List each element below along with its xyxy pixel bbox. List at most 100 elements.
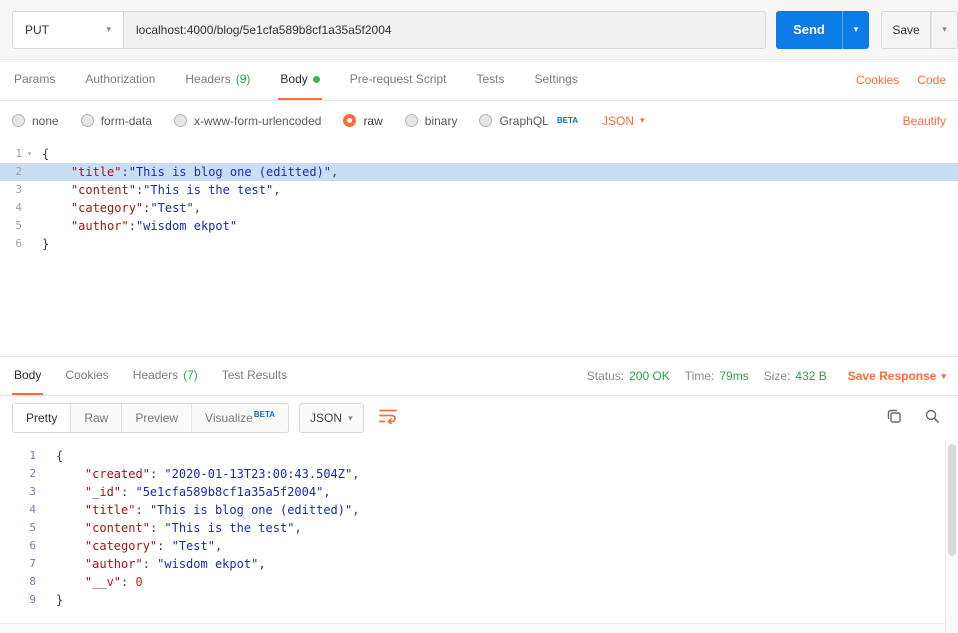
tab-body[interactable]: Body — [278, 60, 322, 100]
tab-response-headers[interactable]: Headers (7) — [131, 357, 200, 395]
body-type-binary[interactable]: binary — [404, 113, 458, 128]
view-preview[interactable]: Preview — [121, 404, 192, 432]
tab-headers[interactable]: Headers (9) — [183, 60, 252, 100]
code-line-4[interactable]: 4 "category":"Test", — [0, 199, 958, 217]
tab-response-body[interactable]: Body — [12, 357, 44, 395]
radio-label: x-www-form-urlencoded — [194, 113, 322, 128]
radio-label: GraphQL — [499, 113, 549, 128]
save-response-button[interactable]: Save Response ▾ — [848, 369, 946, 383]
line-number: 8 — [29, 575, 36, 588]
code-line-5[interactable]: 5 "author":"wisdom ekpot" — [0, 217, 958, 235]
line-number: 3 — [15, 183, 22, 196]
search-button[interactable] — [918, 404, 946, 432]
headers-count: (9) — [235, 72, 251, 86]
tab-params[interactable]: Params — [12, 60, 57, 100]
tab-response-cookies[interactable]: Cookies — [63, 357, 110, 395]
tab-label: Headers — [185, 72, 231, 86]
cookies-link[interactable]: Cookies — [856, 73, 899, 87]
method-label: PUT — [25, 22, 49, 37]
request-tabs-right: Cookies Code — [856, 60, 946, 100]
chevron-down-icon: ▾ — [106, 24, 111, 34]
code-line-1[interactable]: 1 ▾ { — [0, 145, 958, 163]
line-number: 1 — [29, 449, 36, 462]
view-visualize[interactable]: Visualize BETA — [191, 404, 289, 432]
code-line-9: 9} — [0, 591, 958, 609]
view-raw[interactable]: Raw — [70, 404, 122, 432]
body-language-select[interactable]: JSON ▾ — [602, 114, 645, 128]
request-body-editor[interactable]: 1 ▾ {2 "title":"This is blog one (editted)… — [0, 140, 958, 356]
code-line-7: 7 "author": "wisdom ekpot", — [0, 555, 958, 573]
body-type-form-data[interactable]: form-data — [80, 113, 153, 128]
tab-test-results[interactable]: Test Results — [220, 357, 289, 395]
tab-label: Tests — [476, 72, 505, 86]
chevron-down-icon: ▾ — [348, 412, 353, 423]
chevron-down-icon: ▾ — [853, 24, 859, 34]
code-line-6[interactable]: 6} — [0, 235, 958, 253]
horizontal-scrollbar[interactable] — [0, 623, 945, 633]
tab-authorization[interactable]: Authorization — [83, 60, 157, 100]
line-number: 6 — [29, 539, 36, 552]
radio-label: form-data — [100, 113, 153, 128]
tab-label: Body — [14, 368, 42, 382]
chevron-down-icon: ▾ — [942, 24, 947, 34]
code-line-2[interactable]: 2 "title":"This is blog one (editted)", — [0, 163, 958, 181]
language-label: JSON — [602, 113, 635, 128]
request-tabs-left: Params Authorization Headers (9) Body Pr… — [12, 60, 580, 100]
view-label: Pretty — [26, 411, 58, 425]
radio-label: raw — [363, 113, 383, 128]
view-label: Visualize — [205, 411, 253, 425]
response-tabs: Body Cookies Headers (7) Test Results St… — [0, 356, 958, 396]
response-language-select[interactable]: JSON ▾ — [299, 403, 364, 433]
body-type-graphql[interactable]: GraphQL BETA — [479, 114, 578, 128]
body-type-none[interactable]: none — [12, 114, 59, 128]
code-link[interactable]: Code — [917, 73, 946, 87]
tab-label: Test Results — [221, 368, 288, 382]
beautify-link[interactable]: Beautify — [903, 114, 946, 128]
tab-pre-request-script[interactable]: Pre-request Script — [348, 60, 449, 100]
code-line-5: 5 "content": "This is the test", — [0, 519, 958, 537]
response-body-viewer: 1 {2 "created": "2020-01-13T23:00:43.504Z… — [0, 440, 958, 633]
send-button[interactable]: Send — [776, 10, 842, 49]
vertical-scrollbar[interactable] — [945, 440, 958, 633]
tab-label: Settings — [534, 72, 578, 86]
copy-icon — [886, 408, 902, 429]
line-number: 4 — [15, 201, 22, 214]
body-type-x-www-form-urlencoded[interactable]: x-www-form-urlencoded — [174, 114, 321, 128]
method-select[interactable]: PUT ▾ — [12, 10, 124, 49]
code-text: } — [42, 237, 50, 251]
view-pretty[interactable]: Pretty — [13, 404, 71, 432]
body-type-raw[interactable]: raw — [343, 113, 383, 128]
beta-badge: BETA — [253, 410, 276, 419]
wrap-lines-button[interactable] — [374, 404, 402, 432]
code-line-2: 2 "created": "2020-01-13T23:00:43.504Z", — [0, 465, 958, 483]
url-group: PUT ▾ localhost:4000/blog/5e1cfa589b8cf1… — [12, 10, 766, 49]
tab-tests[interactable]: Tests — [474, 60, 506, 100]
send-split-button: Send ▾ — [776, 10, 869, 49]
save-options-button[interactable]: ▾ — [931, 10, 958, 49]
time-label: Time: — [684, 369, 715, 383]
radio-icon — [12, 114, 25, 127]
url-input[interactable]: localhost:4000/blog/5e1cfa589b8cf1a35a5f… — [124, 10, 766, 49]
code-text: "__v": 0 — [84, 575, 143, 589]
response-view-switcher: Pretty Raw Preview Visualize BETA — [12, 403, 290, 433]
code-text: "created": "2020-01-13T23:00:43.504Z", — [84, 467, 360, 481]
chevron-down-icon: ▾ — [941, 370, 946, 381]
line-number: 2 — [29, 467, 36, 480]
tab-label: Authorization — [85, 72, 156, 86]
copy-button[interactable] — [880, 404, 908, 432]
send-options-button[interactable]: ▾ — [842, 10, 869, 49]
language-label: JSON — [310, 411, 343, 425]
tab-settings[interactable]: Settings — [533, 60, 580, 100]
code-text: { — [56, 449, 64, 463]
save-button[interactable]: Save — [881, 10, 931, 49]
status-value: 200 OK — [629, 369, 670, 383]
size-value: 432 B — [795, 369, 827, 383]
radio-selected-icon — [343, 114, 357, 127]
line-number: 7 — [29, 557, 36, 570]
code-line-3[interactable]: 3 "content":"This is the test", — [0, 181, 958, 199]
radio-icon — [80, 114, 94, 127]
scrollbar-thumb[interactable] — [948, 444, 956, 556]
radio-label: binary — [424, 113, 458, 128]
fold-caret-icon[interactable]: ▾ — [27, 145, 32, 163]
tab-label: Pre-request Script — [349, 72, 447, 86]
